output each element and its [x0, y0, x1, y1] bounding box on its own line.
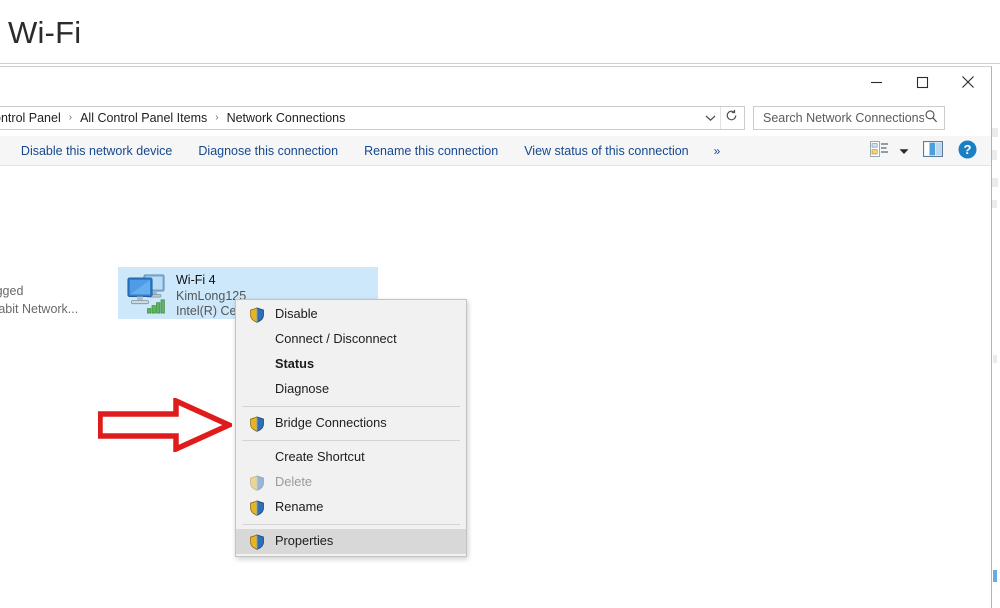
network-connections-window: Control Panel › All Control Panel Items …	[0, 66, 992, 608]
shield-icon	[248, 306, 266, 324]
page-title: Wi-Fi	[8, 15, 82, 50]
search-input[interactable]	[763, 111, 924, 125]
menu-item-label: Create Shortcut	[275, 449, 365, 465]
address-bar-row: Control Panel › All Control Panel Items …	[0, 100, 991, 136]
view-options-icon	[870, 140, 889, 161]
menu-item-diagnose[interactable]: Diagnose	[236, 377, 466, 402]
network-adapter-icon	[124, 271, 170, 315]
help-icon: ?	[958, 140, 977, 162]
close-button[interactable]	[945, 67, 991, 97]
background-fragment	[992, 200, 997, 208]
command-connect-to[interactable]: t To	[0, 136, 8, 166]
window-title-bar	[0, 67, 991, 100]
context-menu: Disable Connect / Disconnect Status Diag…	[235, 299, 467, 557]
menu-item-label: Status	[275, 356, 315, 372]
close-icon	[961, 75, 975, 89]
connections-list: unplugged M Gigabit Network...	[0, 166, 991, 608]
list-item-partial[interactable]: unplugged M Gigabit Network...	[0, 282, 78, 318]
menu-separator	[242, 524, 460, 525]
background-fragment	[992, 128, 998, 137]
background-fragment	[992, 150, 997, 160]
menu-item-create-shortcut[interactable]: Create Shortcut	[236, 445, 466, 470]
search-box[interactable]	[753, 106, 945, 130]
wifi-signal-bars-icon	[147, 299, 165, 314]
menu-item-delete: Delete	[236, 470, 466, 495]
command-diagnose-this-connection[interactable]: Diagnose this connection	[185, 136, 351, 166]
command-rename-this-connection[interactable]: Rename this connection	[351, 136, 511, 166]
command-bar: t To Disable this network device Diagnos…	[0, 136, 991, 166]
breadcrumb-separator: ›	[215, 112, 219, 123]
breadcrumb-item-network-connections[interactable]: Network Connections	[226, 111, 347, 125]
menu-item-label: Connect / Disconnect	[275, 331, 397, 347]
menu-item-bridge-connections[interactable]: Bridge Connections	[236, 411, 466, 436]
command-disable-this-network-device[interactable]: Disable this network device	[8, 136, 185, 166]
menu-item-properties[interactable]: Properties	[236, 529, 466, 554]
preview-pane-icon	[922, 140, 944, 160]
refresh-button[interactable]	[720, 107, 742, 129]
partial-adapter-line1: unplugged	[0, 284, 24, 298]
breadcrumb-item-control-panel[interactable]: Control Panel	[0, 111, 62, 125]
connection-name: Wi-Fi 4	[176, 273, 216, 287]
address-bar[interactable]: Control Panel › All Control Panel Items …	[0, 106, 745, 130]
search-icon	[924, 109, 938, 128]
menu-separator	[242, 440, 460, 441]
screenshot-root: Wi-Fi ntrol Panel › All Control Panel It…	[0, 0, 1000, 608]
preview-pane-button[interactable]	[914, 136, 952, 166]
maximize-icon	[916, 76, 929, 89]
menu-item-rename[interactable]: Rename	[236, 495, 466, 520]
breadcrumb-item-all-control-panel-items[interactable]: All Control Panel Items	[79, 111, 208, 125]
shield-icon	[248, 415, 266, 433]
refresh-icon	[725, 109, 738, 127]
menu-item-label: Rename	[275, 499, 324, 515]
help-button[interactable]: ?	[952, 136, 983, 166]
menu-item-connect-disconnect[interactable]: Connect / Disconnect	[236, 327, 466, 352]
command-view-status-of-this-connection[interactable]: View status of this connection	[511, 136, 701, 166]
breadcrumb-separator: ›	[68, 112, 73, 123]
shield-icon	[248, 533, 266, 551]
shield-icon	[248, 474, 266, 492]
background-fragment	[992, 178, 998, 187]
background-fragment	[993, 570, 997, 582]
command-overflow-button[interactable]: »	[702, 144, 732, 158]
view-options-dropdown[interactable]	[894, 136, 914, 166]
menu-item-disable[interactable]: Disable	[236, 302, 466, 327]
heading-divider	[0, 63, 1000, 64]
shield-icon	[248, 499, 266, 517]
menu-separator	[242, 406, 460, 407]
menu-item-label: Disable	[275, 306, 318, 322]
minimize-button[interactable]	[853, 67, 899, 97]
minimize-icon	[870, 76, 883, 89]
menu-item-label: Diagnose	[275, 381, 330, 397]
background-fragment	[993, 355, 997, 363]
chevron-down-icon	[899, 144, 909, 158]
view-options-button[interactable]	[865, 136, 894, 166]
maximize-button[interactable]	[899, 67, 945, 97]
menu-item-label: Bridge Connections	[275, 415, 387, 431]
menu-item-label: Delete	[275, 474, 312, 490]
menu-item-status[interactable]: Status	[236, 352, 466, 377]
red-arrow-pointing-to-properties	[97, 396, 236, 454]
menu-item-label: Properties	[275, 533, 334, 549]
breadcrumb: Control Panel › All Control Panel Items …	[0, 111, 700, 125]
chevron-down-icon	[705, 109, 716, 127]
svg-text:?: ?	[964, 142, 972, 157]
partial-adapter-line2: M Gigabit Network...	[0, 302, 79, 316]
address-dropdown-button[interactable]	[700, 107, 720, 129]
